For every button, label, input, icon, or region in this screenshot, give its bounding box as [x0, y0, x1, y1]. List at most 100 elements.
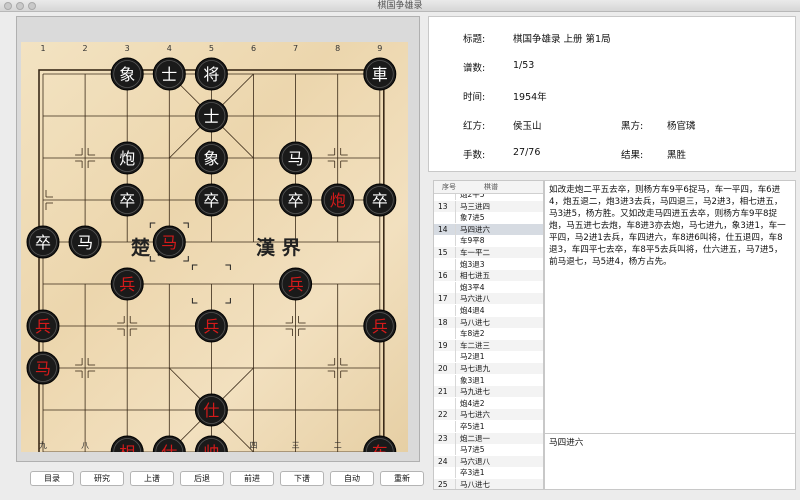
move-row[interactable]: 18 马八进七 [434, 316, 543, 328]
move-row[interactable]: 20 马七退九 [434, 363, 543, 374]
red-piece-相[interactable]: 相 [110, 435, 144, 452]
title-bar: 棋国争雄录 [0, 0, 800, 12]
move-row[interactable]: 25 马八进七 [434, 479, 543, 489]
move-row[interactable]: 象3退1 [434, 374, 543, 386]
move-row[interactable]: 21 马九进七 [434, 386, 543, 398]
xiangqi-board[interactable]: 123456789 九八七六五四三二一 楚 河 漢 界 象士将車士炮象马卒卒卒炮… [21, 42, 408, 452]
move-row[interactable]: 14 马四进六 [434, 223, 543, 235]
red-piece-兵[interactable]: 兵 [110, 267, 144, 301]
file-number-top: 2 [83, 44, 88, 53]
black-piece-卒[interactable]: 卒 [110, 183, 144, 217]
black-piece-車[interactable]: 車 [363, 57, 397, 91]
move-row[interactable]: 19 车二进三 [434, 339, 543, 351]
red-piece-马[interactable]: 马 [152, 225, 186, 259]
catalog-button[interactable]: 目录 [30, 471, 74, 486]
file-number-top: 6 [251, 44, 256, 53]
black-piece-象[interactable]: 象 [110, 57, 144, 91]
move-row[interactable]: 炮4进2 [434, 397, 543, 409]
move-notation: 马七退九 [460, 364, 490, 373]
red-piece-仕[interactable]: 仕 [194, 393, 228, 427]
piece-label: 車 [372, 65, 388, 84]
black-piece-马[interactable]: 马 [68, 225, 102, 259]
move-row[interactable]: 卒5进1 [434, 421, 543, 432]
move-notation: 炮4退4 [460, 306, 485, 315]
column-divider [455, 200, 456, 212]
black-piece-士[interactable]: 士 [194, 99, 228, 133]
move-notation: 象3退1 [460, 375, 485, 385]
red-piece-仕[interactable]: 仕 [152, 435, 186, 452]
back-button[interactable]: 后退 [180, 471, 224, 486]
move-list[interactable]: 炮2平5 13 马三进四 象7进5 14 马四进六 车9平8 15 车一平二 炮3退3 16 相七进五… [433, 180, 544, 490]
black-piece-士[interactable]: 士 [152, 57, 186, 91]
move-row[interactable]: 炮3平4 [434, 281, 543, 293]
time-value: 1954年 [513, 92, 547, 103]
last-move-marker [225, 264, 231, 270]
move-row[interactable]: 17 马六进八 [434, 293, 543, 305]
column-divider [455, 247, 456, 258]
move-row[interactable]: 车8进2 [434, 328, 543, 340]
move-row[interactable]: 22 马七进六 [434, 409, 543, 421]
black-piece-卒[interactable]: 卒 [194, 183, 228, 217]
move-notation: 炮3平4 [460, 282, 485, 292]
game-info-panel: 标题: 棋国争雄录 上册 第1局 谱数: 1/53 时间: 1954年 红方: … [428, 16, 796, 172]
move-notation: 马六进八 [460, 294, 490, 304]
red-piece-兵[interactable]: 兵 [363, 309, 397, 343]
black-piece-象[interactable]: 象 [194, 141, 228, 175]
column-divider [455, 432, 456, 444]
auto-play-button[interactable]: 自动 [330, 471, 374, 486]
move-row[interactable]: 炮4退4 [434, 305, 543, 316]
move-row[interactable]: 24 马六退八 [434, 455, 543, 467]
restart-button[interactable]: 重新 [380, 471, 424, 486]
move-notation: 马2退1 [460, 352, 485, 362]
move-notation: 车9平8 [460, 236, 485, 246]
file-number-top: 5 [209, 44, 214, 53]
file-number-top: 7 [293, 44, 298, 53]
black-piece-卒[interactable]: 卒 [279, 183, 313, 217]
file-number-top: 1 [40, 44, 45, 53]
black-piece-将[interactable]: 将 [194, 57, 228, 91]
black-piece-卒[interactable]: 卒 [363, 183, 397, 217]
forward-button[interactable]: 前进 [230, 471, 274, 486]
piece-label: 卒 [35, 233, 51, 252]
piece-label: 象 [119, 65, 135, 84]
black-piece-卒[interactable]: 卒 [26, 225, 60, 259]
move-row[interactable]: 15 车一平二 [434, 247, 543, 258]
move-number: 17 [438, 294, 448, 304]
move-row[interactable]: 16 相七进五 [434, 270, 543, 282]
comment-text[interactable]: 如改走炮二平五去卒，则杨方车9平6捉马，车一平四，车6进4，炮五退二，炮3进3去… [544, 180, 796, 435]
prev-game-button[interactable]: 上谱 [130, 471, 174, 486]
result-value: 黑胜 [667, 150, 687, 161]
red-piece-帅[interactable]: 帅 [194, 435, 228, 452]
move-notation: 马三进四 [460, 201, 490, 211]
study-button[interactable]: 研究 [80, 471, 124, 486]
move-row[interactable]: 马7进5 [434, 444, 543, 456]
piece-label: 炮 [330, 191, 346, 210]
red-piece-炮[interactable]: 炮 [321, 183, 355, 217]
column-divider [455, 281, 456, 293]
move-row[interactable]: 车9平8 [434, 235, 543, 247]
move-row[interactable]: 卒3进1 [434, 467, 543, 479]
black-piece-炮[interactable]: 炮 [110, 141, 144, 175]
red-piece-兵[interactable]: 兵 [194, 309, 228, 343]
move-notation: 象7进5 [460, 213, 485, 223]
piece-label: 相 [119, 443, 135, 452]
red-piece-车[interactable]: 车 [363, 435, 397, 452]
move-row[interactable]: 炮3退3 [434, 258, 543, 270]
move-row[interactable]: 象7进5 [434, 212, 543, 224]
move-row[interactable]: 23 炮二退一 [434, 432, 543, 444]
black-piece-马[interactable]: 马 [279, 141, 313, 175]
column-divider [455, 467, 456, 479]
current-move-note[interactable]: 马四进六 [544, 433, 796, 490]
piece-label: 兵 [203, 317, 219, 336]
move-number: 13 [438, 201, 448, 211]
red-piece-兵[interactable]: 兵 [26, 309, 60, 343]
file-number-top: 4 [167, 44, 172, 53]
next-game-button[interactable]: 下谱 [280, 471, 324, 486]
red-piece-马[interactable]: 马 [26, 351, 60, 385]
move-row[interactable]: 马2退1 [434, 351, 543, 363]
move-notation: 马四进六 [460, 224, 490, 234]
move-row[interactable]: 13 马三进四 [434, 200, 543, 212]
column-divider [455, 328, 456, 340]
piece-label: 兵 [119, 275, 135, 294]
red-piece-兵[interactable]: 兵 [279, 267, 313, 301]
